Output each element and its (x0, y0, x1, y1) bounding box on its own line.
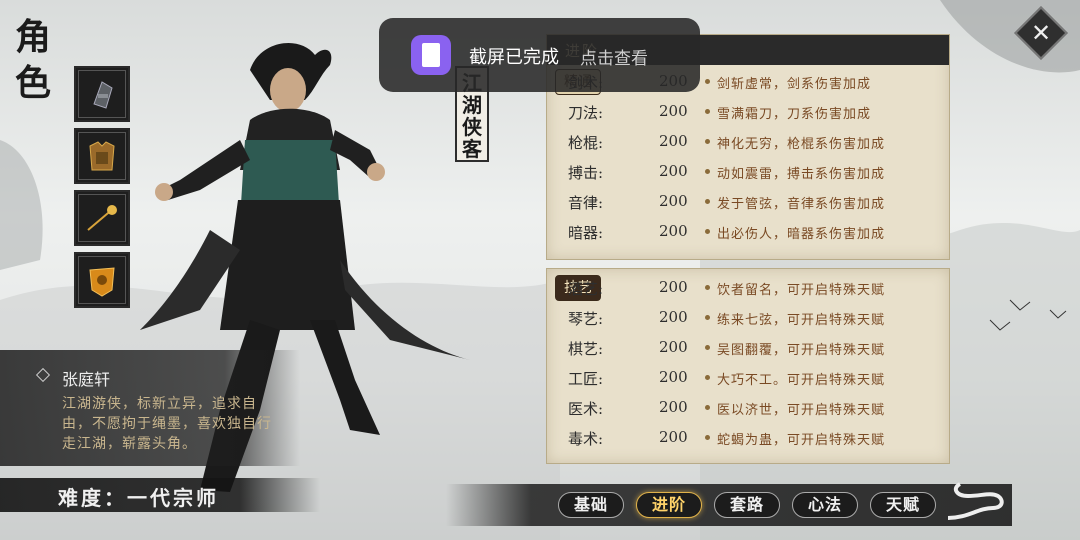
skill-name: 搏击: (567, 164, 603, 182)
bullet-dot-icon (705, 405, 710, 410)
advanced-skill-row: 搏击: 200 动如震雷，搏击系伤害加成 (547, 157, 951, 187)
skill-effect: 动如震雷，搏击系伤害加成 (717, 167, 886, 182)
skill-name: 刀法: (567, 104, 603, 122)
page-title: 角色 (14, 16, 53, 104)
bullet-dot-icon (705, 345, 710, 350)
bullet-dot-icon (705, 315, 710, 320)
skill-name: 医术: (567, 400, 603, 418)
equipment-slot-talisman[interactable] (74, 252, 130, 308)
skill-value: 200 (659, 308, 688, 326)
advanced-skill-row: 刀法: 200 雪满霜刀，刀系伤害加成 (547, 97, 951, 127)
skill-name: 棋艺: (567, 340, 603, 358)
skill-effect: 大巧不工。可开启特殊天赋 (717, 373, 886, 388)
skill-value: 200 (659, 398, 688, 416)
skill-effect: 剑斩虚常，剑系伤害加成 (717, 77, 872, 92)
skill-value: 200 (659, 102, 688, 120)
bullet-dot-icon (705, 435, 710, 440)
character-description: 江湖游侠，标新立异，追求自由，不愿拘于绳墨，喜欢独自行走江湖，崭露头角。 (62, 396, 272, 452)
talisman-icon (78, 256, 126, 304)
advanced-skill-row: 音律: 200 发于管弦，音律系伤害加成 (547, 187, 951, 217)
bullet-dot-icon (705, 109, 710, 114)
skill-value: 200 (659, 338, 688, 356)
craft-skill-row: 琴艺: 200 练来七弦，可开启特殊天赋 (547, 303, 951, 333)
bullet-dot-icon (705, 285, 710, 290)
hairpin-icon (78, 194, 126, 242)
difficulty-bar: 难度：一代宗师 (0, 478, 320, 512)
skill-effect: 神化无穷，枪棍系伤害加成 (717, 137, 886, 152)
skill-name: 枪棍: (567, 134, 603, 152)
equipment-slot-armor[interactable] (74, 128, 130, 184)
skill-effect: 练来七弦，可开启特殊天赋 (717, 313, 886, 328)
skill-effect: 出必伤人，暗器系伤害加成 (717, 227, 886, 242)
bullet-dot-icon (705, 229, 710, 234)
bullet-dot-icon (705, 375, 710, 380)
skill-value: 200 (659, 428, 688, 446)
skill-name: 音律: (567, 194, 603, 212)
bullet-dot-icon (705, 199, 710, 204)
craft-skill-row: 工匠: 200 大巧不工。可开启特殊天赋 (547, 363, 951, 393)
skill-effect: 发于管弦，音律系伤害加成 (717, 197, 886, 212)
toast-title: 截屏已完成 (469, 47, 559, 68)
bullet-dot-icon (705, 139, 710, 144)
skill-value: 200 (659, 162, 688, 180)
skill-value: 200 (659, 132, 688, 150)
bullet-dot-icon (705, 169, 710, 174)
gauntlet-icon (78, 70, 126, 118)
tab-2[interactable]: 套路 (714, 492, 780, 518)
skill-value: 200 (659, 192, 688, 210)
skill-effect: 医以济世，可开启特殊天赋 (717, 403, 886, 418)
bullet-dot-icon (705, 79, 710, 84)
skill-name: 工匠: (567, 370, 603, 388)
tab-3[interactable]: 心法 (792, 492, 858, 518)
skill-effect: 饮者留名，可开启特殊天赋 (717, 283, 886, 298)
tab-0[interactable]: 基础 (558, 492, 624, 518)
skill-name: 琴艺: (567, 310, 603, 328)
craft-skill-row: 毒术: 200 蛇蝎为蛊，可开启特殊天赋 (547, 423, 951, 453)
difficulty-label: 难度：一代宗师 (58, 486, 219, 510)
diamond-bullet-icon (35, 367, 51, 383)
skill-effect: 蛇蝎为蛊，可开启特殊天赋 (717, 433, 886, 448)
equipment-slot-hairpin[interactable] (74, 190, 130, 246)
tab-4[interactable]: 天赋 (870, 492, 936, 518)
tab-1[interactable]: 进阶 (636, 492, 702, 518)
character-bio-panel: 张庭轩 江湖游侠，标新立异，追求自由，不愿拘于绳墨，喜欢独自行走江湖，崭露头角。 (0, 350, 300, 466)
skill-name: 暗器: (567, 224, 603, 242)
cloud-swirl-icon (947, 482, 1004, 520)
skill-name: 毒术: (567, 430, 603, 448)
craft-skill-row: 医术: 200 医以济世，可开启特殊天赋 (547, 393, 951, 423)
skill-value: 200 (659, 368, 688, 386)
close-icon: ✕ (1030, 19, 1052, 47)
skill-name: 酒艺: (567, 280, 603, 298)
skill-value: 200 (659, 222, 688, 240)
advanced-skill-row: 枪棍: 200 神化无穷，枪棍系伤害加成 (547, 127, 951, 157)
craft-skill-row: 酒艺: 200 饮者留名，可开启特殊天赋 (547, 273, 951, 303)
skill-effect: 吴图翻覆，可开启特殊天赋 (717, 343, 886, 358)
screenshot-toast[interactable]: 截屏已完成 点击查看 (379, 18, 700, 92)
character-name: 张庭轩 (62, 370, 111, 389)
skill-value: 200 (659, 278, 688, 296)
advanced-skill-row: 暗器: 200 出必伤人，暗器系伤害加成 (547, 217, 951, 247)
armor-icon (78, 132, 126, 180)
craft-skill-row: 棋艺: 200 吴图翻覆，可开启特殊天赋 (547, 333, 951, 363)
gallery-icon (411, 35, 451, 75)
skill-effect: 雪满霜刀，刀系伤害加成 (717, 107, 872, 122)
equipment-slot-gauntlet[interactable] (74, 66, 130, 122)
craft-skills-panel: 技艺 酒艺: 200 饮者留名，可开启特殊天赋 琴艺: 200 练来七弦，可开启特殊天赋棋… (546, 268, 950, 464)
toast-view-link[interactable]: 点击查看 (580, 44, 648, 69)
